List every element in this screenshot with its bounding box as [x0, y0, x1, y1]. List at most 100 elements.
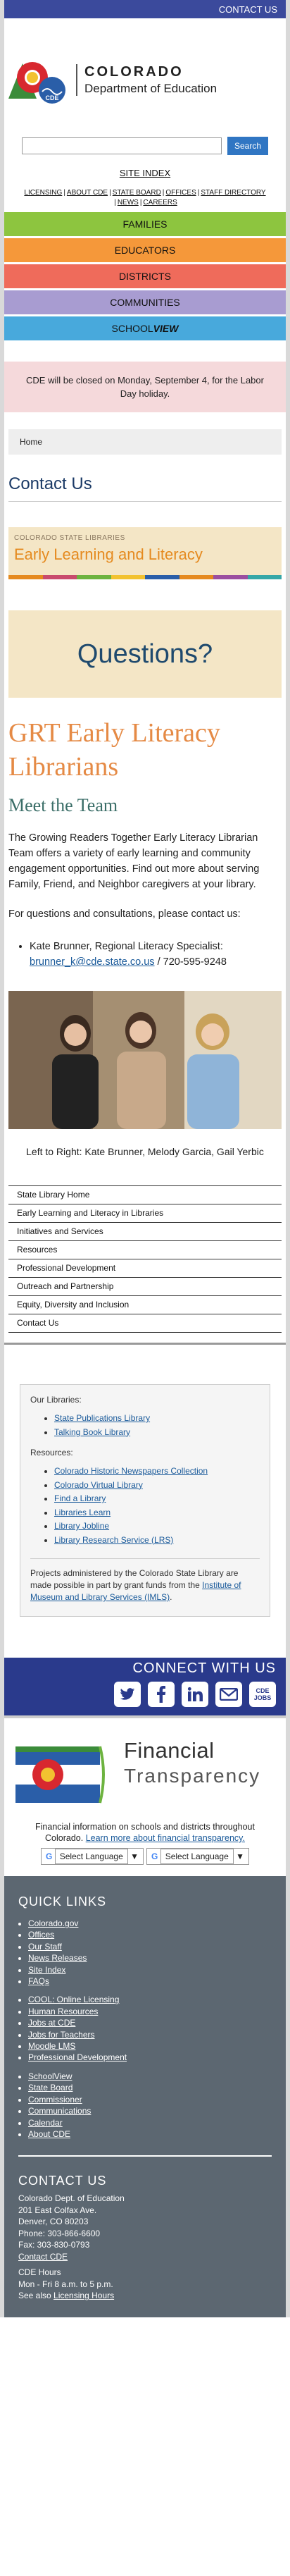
subnav-contact-us[interactable]: Contact Us	[8, 1314, 282, 1333]
find-library-link[interactable]: Find a Library	[54, 1493, 106, 1503]
historic-newspapers-link[interactable]: Colorado Historic Newspapers Collection	[54, 1466, 208, 1476]
ql-jobs-cde[interactable]: Jobs at CDE	[28, 2018, 75, 2028]
search-input[interactable]	[22, 137, 222, 154]
lrs-link[interactable]: Library Research Service (LRS)	[54, 1535, 173, 1545]
breadcrumb-home[interactable]: Home	[20, 437, 42, 447]
talking-book-link[interactable]: Talking Book Library	[54, 1427, 130, 1437]
subnav-initiatives[interactable]: Initiatives and Services	[8, 1223, 282, 1241]
section-nav: State Library Home Early Learning and Li…	[8, 1185, 282, 1333]
breadcrumb: Home	[4, 412, 286, 455]
footer-divider	[18, 2155, 272, 2157]
search-button[interactable]: Search	[227, 137, 268, 155]
contact-email-link[interactable]: brunner_k@cde.state.co.us	[30, 956, 155, 968]
cde-jobs-icon[interactable]: CDE JOBS	[249, 1682, 276, 1707]
box-divider	[30, 1558, 260, 1559]
ql-colorado-gov[interactable]: Colorado.gov	[28, 1918, 78, 1928]
schoolview-school: SCHOOL	[111, 323, 153, 334]
financial-transparency[interactable]: Financial Transparency Financial informa…	[4, 1715, 286, 1865]
site-index-wrap: SITE INDEX	[4, 155, 286, 178]
licensing-hours-link[interactable]: Licensing Hours	[53, 2291, 114, 2300]
our-libraries-label: Our Libraries:	[30, 1395, 82, 1405]
state-board-link[interactable]: STATE BOARD	[113, 189, 161, 197]
meet-team-heading: Meet the Team	[8, 795, 118, 815]
ql-site-index[interactable]: Site Index	[28, 1965, 65, 1975]
ql-hr[interactable]: Human Resources	[28, 2007, 98, 2016]
twitter-icon[interactable]	[114, 1682, 141, 1707]
language-select-2[interactable]: G Select Language ▼	[146, 1848, 249, 1865]
ql-cool[interactable]: COOL: Online Licensing	[28, 1995, 119, 2004]
colorado-logo-icon: CDE	[8, 49, 69, 110]
ql-communications[interactable]: Communications	[28, 2106, 91, 2116]
careers-link[interactable]: CAREERS	[143, 199, 177, 207]
logo-line2: Department of Education	[84, 81, 218, 95]
page-title: Contact Us	[8, 474, 92, 493]
state-publications-link[interactable]: State Publications Library	[54, 1413, 150, 1423]
licensing-link[interactable]: LICENSING	[24, 189, 62, 197]
title-divider	[8, 501, 282, 502]
nav-schoolview[interactable]: SCHOOL view	[4, 316, 286, 340]
financial-link[interactable]: Learn more about financial transparency.	[86, 1833, 245, 1843]
ql-jobs-teachers[interactable]: Jobs for Teachers	[28, 2030, 95, 2040]
ql-calendar[interactable]: Calendar	[28, 2118, 63, 2128]
cde-logo[interactable]: CDE COLORADO Department of Education	[4, 18, 286, 116]
footer-contact-link[interactable]: Contact CDE	[18, 2252, 68, 2262]
linkedin-icon[interactable]	[182, 1682, 208, 1707]
email-icon[interactable]	[215, 1682, 242, 1707]
audience-nav: FAMILIES EDUCATORS DISTRICTS COMMUNITIES…	[4, 212, 286, 340]
consult-paragraph: For questions and consultations, please …	[8, 908, 241, 920]
ql-faqs[interactable]: FAQs	[28, 1976, 49, 1986]
team-photo	[8, 991, 282, 1129]
footer-hours-title: CDE Hours	[18, 2267, 61, 2278]
staff-directory-link[interactable]: STAFF DIRECTORY	[201, 189, 265, 197]
libraries-learn-link[interactable]: Libraries Learn	[54, 1508, 111, 1517]
ql-about-cde[interactable]: About CDE	[28, 2129, 70, 2139]
language-select-1[interactable]: G Select Language ▼	[41, 1848, 144, 1865]
top-bar: CONTACT US	[4, 0, 286, 18]
subnav-resources[interactable]: Resources	[8, 1241, 282, 1259]
ql-schoolview[interactable]: SchoolView	[28, 2071, 72, 2081]
footer-fax: Fax: 303-830-0793	[18, 2240, 90, 2250]
library-jobline-link[interactable]: Library Jobline	[54, 1521, 109, 1531]
nav-districts[interactable]: DISTRICTS	[4, 264, 286, 288]
footer-address: 201 East Colfax Ave.	[18, 2205, 97, 2215]
ql-state-board[interactable]: State Board	[28, 2083, 72, 2093]
contact-us-link[interactable]: CONTACT US	[219, 4, 277, 15]
quick-links-group-2: COOL: Online Licensing Human Resources J…	[18, 1994, 272, 2063]
grt-heading: GRT Early Literacy Librarians	[8, 718, 220, 782]
footer-see-also: See also Licensing Hours	[18, 2291, 115, 2301]
footer-phone: Phone: 303-866-6600	[18, 2228, 101, 2238]
ql-commissioner[interactable]: Commissioner	[28, 2095, 82, 2104]
ql-prof-dev[interactable]: Professional Development	[28, 2052, 127, 2062]
early-literacy-banner: COLORADO STATE LIBRARIES Early Learning …	[8, 527, 282, 579]
nav-families[interactable]: FAMILIES	[4, 212, 286, 236]
ql-moodle[interactable]: Moodle LMS	[28, 2041, 75, 2051]
financial-title: Financial	[124, 1738, 215, 1763]
colorado-flag-icon	[15, 1746, 105, 1804]
subnav-early-learning[interactable]: Early Learning and Literacy in Libraries	[8, 1204, 282, 1223]
footer-hours: Mon - Fri 8 a.m. to 5 p.m.	[18, 2279, 113, 2289]
site-index-link[interactable]: SITE INDEX	[120, 168, 170, 178]
ql-offices[interactable]: Offices	[28, 1930, 54, 1940]
language-selectors: G Select Language ▼ G Select Language ▼	[18, 1848, 272, 1865]
contact-item: Kate Brunner, Regional Literacy Speciali…	[30, 939, 282, 970]
offices-link[interactable]: OFFICES	[165, 189, 196, 197]
footer-contact-title: CONTACT US	[18, 2174, 107, 2188]
subnav-professional-development[interactable]: Professional Development	[8, 1259, 282, 1278]
intro-paragraph: The Growing Readers Together Early Liter…	[8, 832, 260, 890]
facebook-icon[interactable]	[148, 1682, 175, 1707]
about-cde-link[interactable]: ABOUT CDE	[67, 189, 108, 197]
financial-description: Financial information on schools and dis…	[4, 1821, 286, 1865]
news-link[interactable]: NEWS	[118, 199, 139, 207]
contact-name: Kate Brunner, Regional Literacy Speciali…	[30, 941, 223, 952]
subnav-state-library-home[interactable]: State Library Home	[8, 1186, 282, 1204]
nav-communities[interactable]: COMMUNITIES	[4, 290, 286, 314]
subnav-outreach[interactable]: Outreach and Partnership	[8, 1278, 282, 1296]
social-icons: CDE JOBS	[114, 1682, 276, 1707]
library-resources-box: Our Libraries: State Publications Librar…	[20, 1384, 270, 1617]
transparency-title: Transparency	[124, 1765, 261, 1787]
virtual-library-link[interactable]: Colorado Virtual Library	[54, 1480, 143, 1490]
ql-news-releases[interactable]: News Releases	[28, 1953, 87, 1963]
subnav-equity[interactable]: Equity, Diversity and Inclusion	[8, 1296, 282, 1314]
ql-our-staff[interactable]: Our Staff	[28, 1942, 62, 1952]
nav-educators[interactable]: EDUCATORS	[4, 238, 286, 262]
